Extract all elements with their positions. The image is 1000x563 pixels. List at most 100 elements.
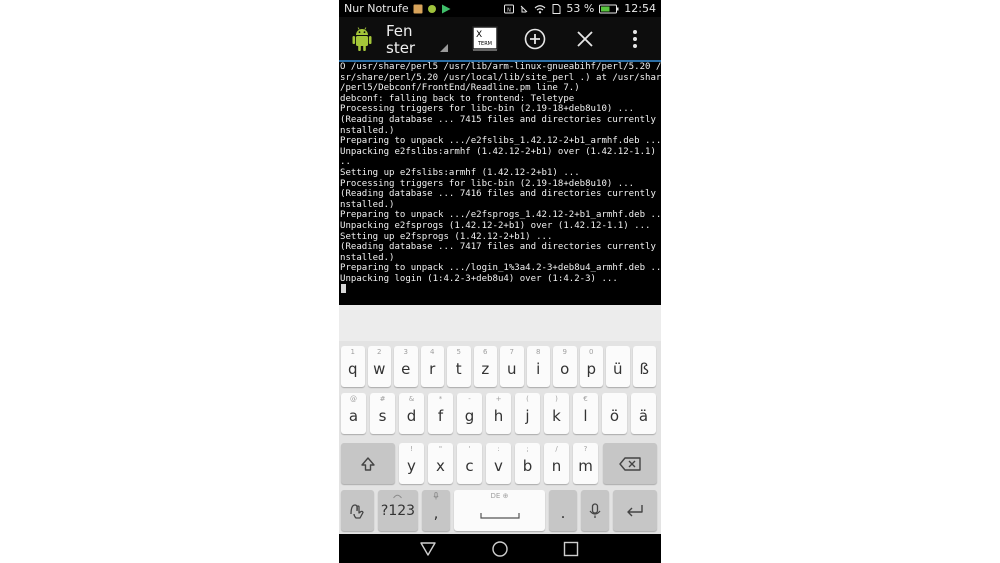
key-l[interactable]: € l — [573, 393, 598, 434]
key-ß[interactable]: ß — [632, 346, 656, 387]
window-title-line2: ster — [386, 39, 416, 57]
xterm-button[interactable]: X TERM — [471, 25, 499, 53]
clock: 12:54 — [624, 2, 656, 15]
key-label: z — [481, 360, 490, 378]
android-notification-icon — [427, 4, 436, 13]
key-o[interactable]: 9o — [553, 346, 577, 387]
key-label: ü — [612, 360, 623, 378]
window-selector[interactable]: Fen ster — [386, 23, 415, 57]
key-hint: 1 — [350, 348, 355, 356]
home-icon[interactable] — [491, 540, 509, 558]
swipe-gesture-key[interactable] — [341, 490, 374, 531]
key-g[interactable]: -g — [457, 393, 482, 434]
key-label: x — [436, 457, 445, 475]
key-hint: 6 — [483, 348, 488, 356]
key-label: k — [552, 407, 561, 425]
key-c[interactable]: ' c — [457, 443, 482, 484]
symbols-key[interactable]: ?123 — [378, 490, 418, 531]
voice-input-key[interactable] — [581, 490, 609, 531]
terminal-line: Processing triggers for libc-bin (2.19-1… — [340, 104, 635, 115]
key-label: r — [429, 360, 436, 378]
key-ö[interactable]: ö — [602, 393, 627, 434]
backspace-key[interactable] — [603, 443, 657, 484]
terminal-line: Processing triggers for libc-bin (2.19-1… — [340, 178, 635, 189]
key-label: d — [406, 407, 417, 425]
space-key[interactable]: DE ⊕ — [454, 490, 545, 531]
key-label: w — [373, 360, 386, 378]
comma-key[interactable]: , — [422, 490, 450, 531]
key-hint: ! — [410, 445, 413, 453]
overflow-menu-button[interactable] — [621, 25, 649, 53]
key-label: b — [522, 457, 533, 475]
overflow-menu-icon — [633, 30, 637, 48]
terminal-line: Setting up e2fsprogs (1.42.12-2+b1) ... — [340, 231, 553, 242]
key-w[interactable]: 2w — [367, 346, 391, 387]
key-label: f — [437, 407, 444, 425]
key-hint: 7 — [509, 348, 514, 356]
suggestion-strip — [339, 305, 661, 341]
period-key[interactable]: . — [549, 490, 577, 531]
key-label: . — [560, 504, 566, 522]
key-hint: + — [495, 395, 502, 403]
terminal-line: debconf: falling back to frontend: Telet… — [340, 93, 575, 104]
key-h[interactable]: + h — [486, 393, 511, 434]
key-f[interactable]: * f — [428, 393, 453, 434]
key-label: ö — [609, 407, 620, 425]
nfc-icon: N — [504, 4, 515, 13]
shift-key[interactable] — [341, 443, 395, 484]
back-icon[interactable] — [419, 540, 437, 558]
key-d[interactable]: & d — [399, 393, 424, 434]
key-a[interactable]: @ a — [341, 393, 366, 434]
battery-icon — [599, 4, 619, 13]
key-z[interactable]: 6z — [473, 346, 497, 387]
key-hint: 8 — [536, 348, 541, 356]
image-notification-icon — [413, 4, 423, 13]
mic-hint-icon — [433, 492, 439, 500]
key-j[interactable]: (j — [515, 393, 540, 434]
key-n[interactable]: / n — [544, 443, 569, 484]
key-hint: : — [497, 445, 500, 453]
xterm-icon: X TERM — [472, 26, 498, 51]
key-label: c — [465, 457, 474, 475]
xterm-icon-x: X — [476, 30, 482, 40]
terminal-line: nstalled.) — [340, 199, 395, 210]
key-s[interactable]: # s — [370, 393, 395, 434]
key-t[interactable]: 5t — [447, 346, 471, 387]
key-hint: - — [468, 395, 471, 403]
key-m[interactable]: ? m — [573, 443, 598, 484]
key-u[interactable]: 7u — [500, 346, 524, 387]
svg-text:N: N — [507, 7, 511, 13]
terminal-line: Unpacking e2fslibs:armhf (1.42.12-2+b1) … — [340, 146, 661, 157]
key-label: m — [578, 457, 593, 475]
key-b[interactable]: ; b — [515, 443, 540, 484]
key-x[interactable]: " x — [428, 443, 453, 484]
key-hint: ? — [583, 445, 588, 453]
terminal-line: Preparing to unpack .../e2fslibs_1.42.12… — [340, 136, 661, 147]
key-ä[interactable]: ä — [631, 393, 656, 434]
terminal-line: /perl5/Debconf/FrontEnd/Readline.pm line… — [340, 83, 580, 94]
key-p[interactable]: 0p — [579, 346, 603, 387]
key-hint: € — [583, 395, 588, 403]
wifi-icon — [534, 4, 546, 13]
key-hint: ; — [526, 445, 529, 453]
key-label: ?123 — [380, 503, 416, 519]
key-i[interactable]: 8i — [526, 346, 550, 387]
key-hint: ' — [468, 445, 471, 453]
key-y[interactable]: ! y — [399, 443, 424, 484]
terminal-output[interactable]: O /usr/share/perl5 /usr/lib/arm-linux-gn… — [339, 62, 661, 305]
recent-apps-icon[interactable] — [562, 540, 580, 558]
key-q[interactable]: 1q — [341, 346, 365, 387]
new-window-button[interactable] — [521, 25, 549, 53]
terminal-prompt-line — [339, 284, 661, 296]
close-window-button[interactable] — [571, 25, 599, 53]
navigation-bar — [339, 534, 661, 563]
enter-key[interactable] — [613, 490, 657, 531]
key-v[interactable]: :v — [486, 443, 511, 484]
on-screen-keyboard: 1q2w3e4r5t6z7u8i9o0püß @ a # s & d * f - g + h(j) k €… — [339, 341, 661, 534]
key-r[interactable]: 4r — [420, 346, 444, 387]
key-e[interactable]: 3e — [394, 346, 418, 387]
backspace-icon — [619, 456, 641, 471]
key-ü[interactable]: ü — [606, 346, 630, 387]
key-label: g — [464, 407, 475, 425]
key-k[interactable]: ) k — [544, 393, 569, 434]
